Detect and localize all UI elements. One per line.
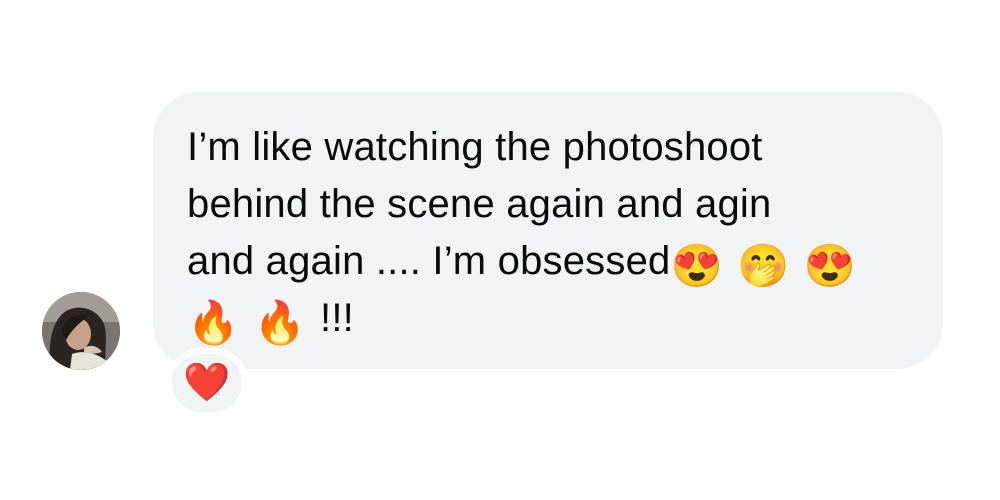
reaction-badge[interactable]: ❤️ [166,348,248,418]
red-heart-icon: ❤️ [183,362,231,404]
fire-emoji: 🔥 [253,299,306,346]
message-line-1: I’m like watching the photoshoot [187,125,763,169]
avatar[interactable] [42,292,120,370]
message-line-4: 🔥 🔥!!! [187,290,913,347]
avatar-photo [42,292,120,370]
heart-eyes-emoji: 😍 [670,242,723,289]
message-line-2: behind the scene again and agin [187,182,772,226]
message-line-3-text: and again .... I’m obsessed [187,239,671,283]
heart-eyes-emoji: 😍 [803,242,856,289]
message-line-3: and again .... I’m obsessed😍 🤭 😍 [187,233,913,290]
message-line-4-text: !!! [320,296,354,340]
chat-message-view: I’m like watching the photoshoot behind … [0,0,1000,500]
message-bubble[interactable]: I’m like watching the photoshoot behind … [153,92,943,369]
hand-over-mouth-emoji: 🤭 [736,242,790,289]
fire-emoji: 🔥 [187,299,240,346]
